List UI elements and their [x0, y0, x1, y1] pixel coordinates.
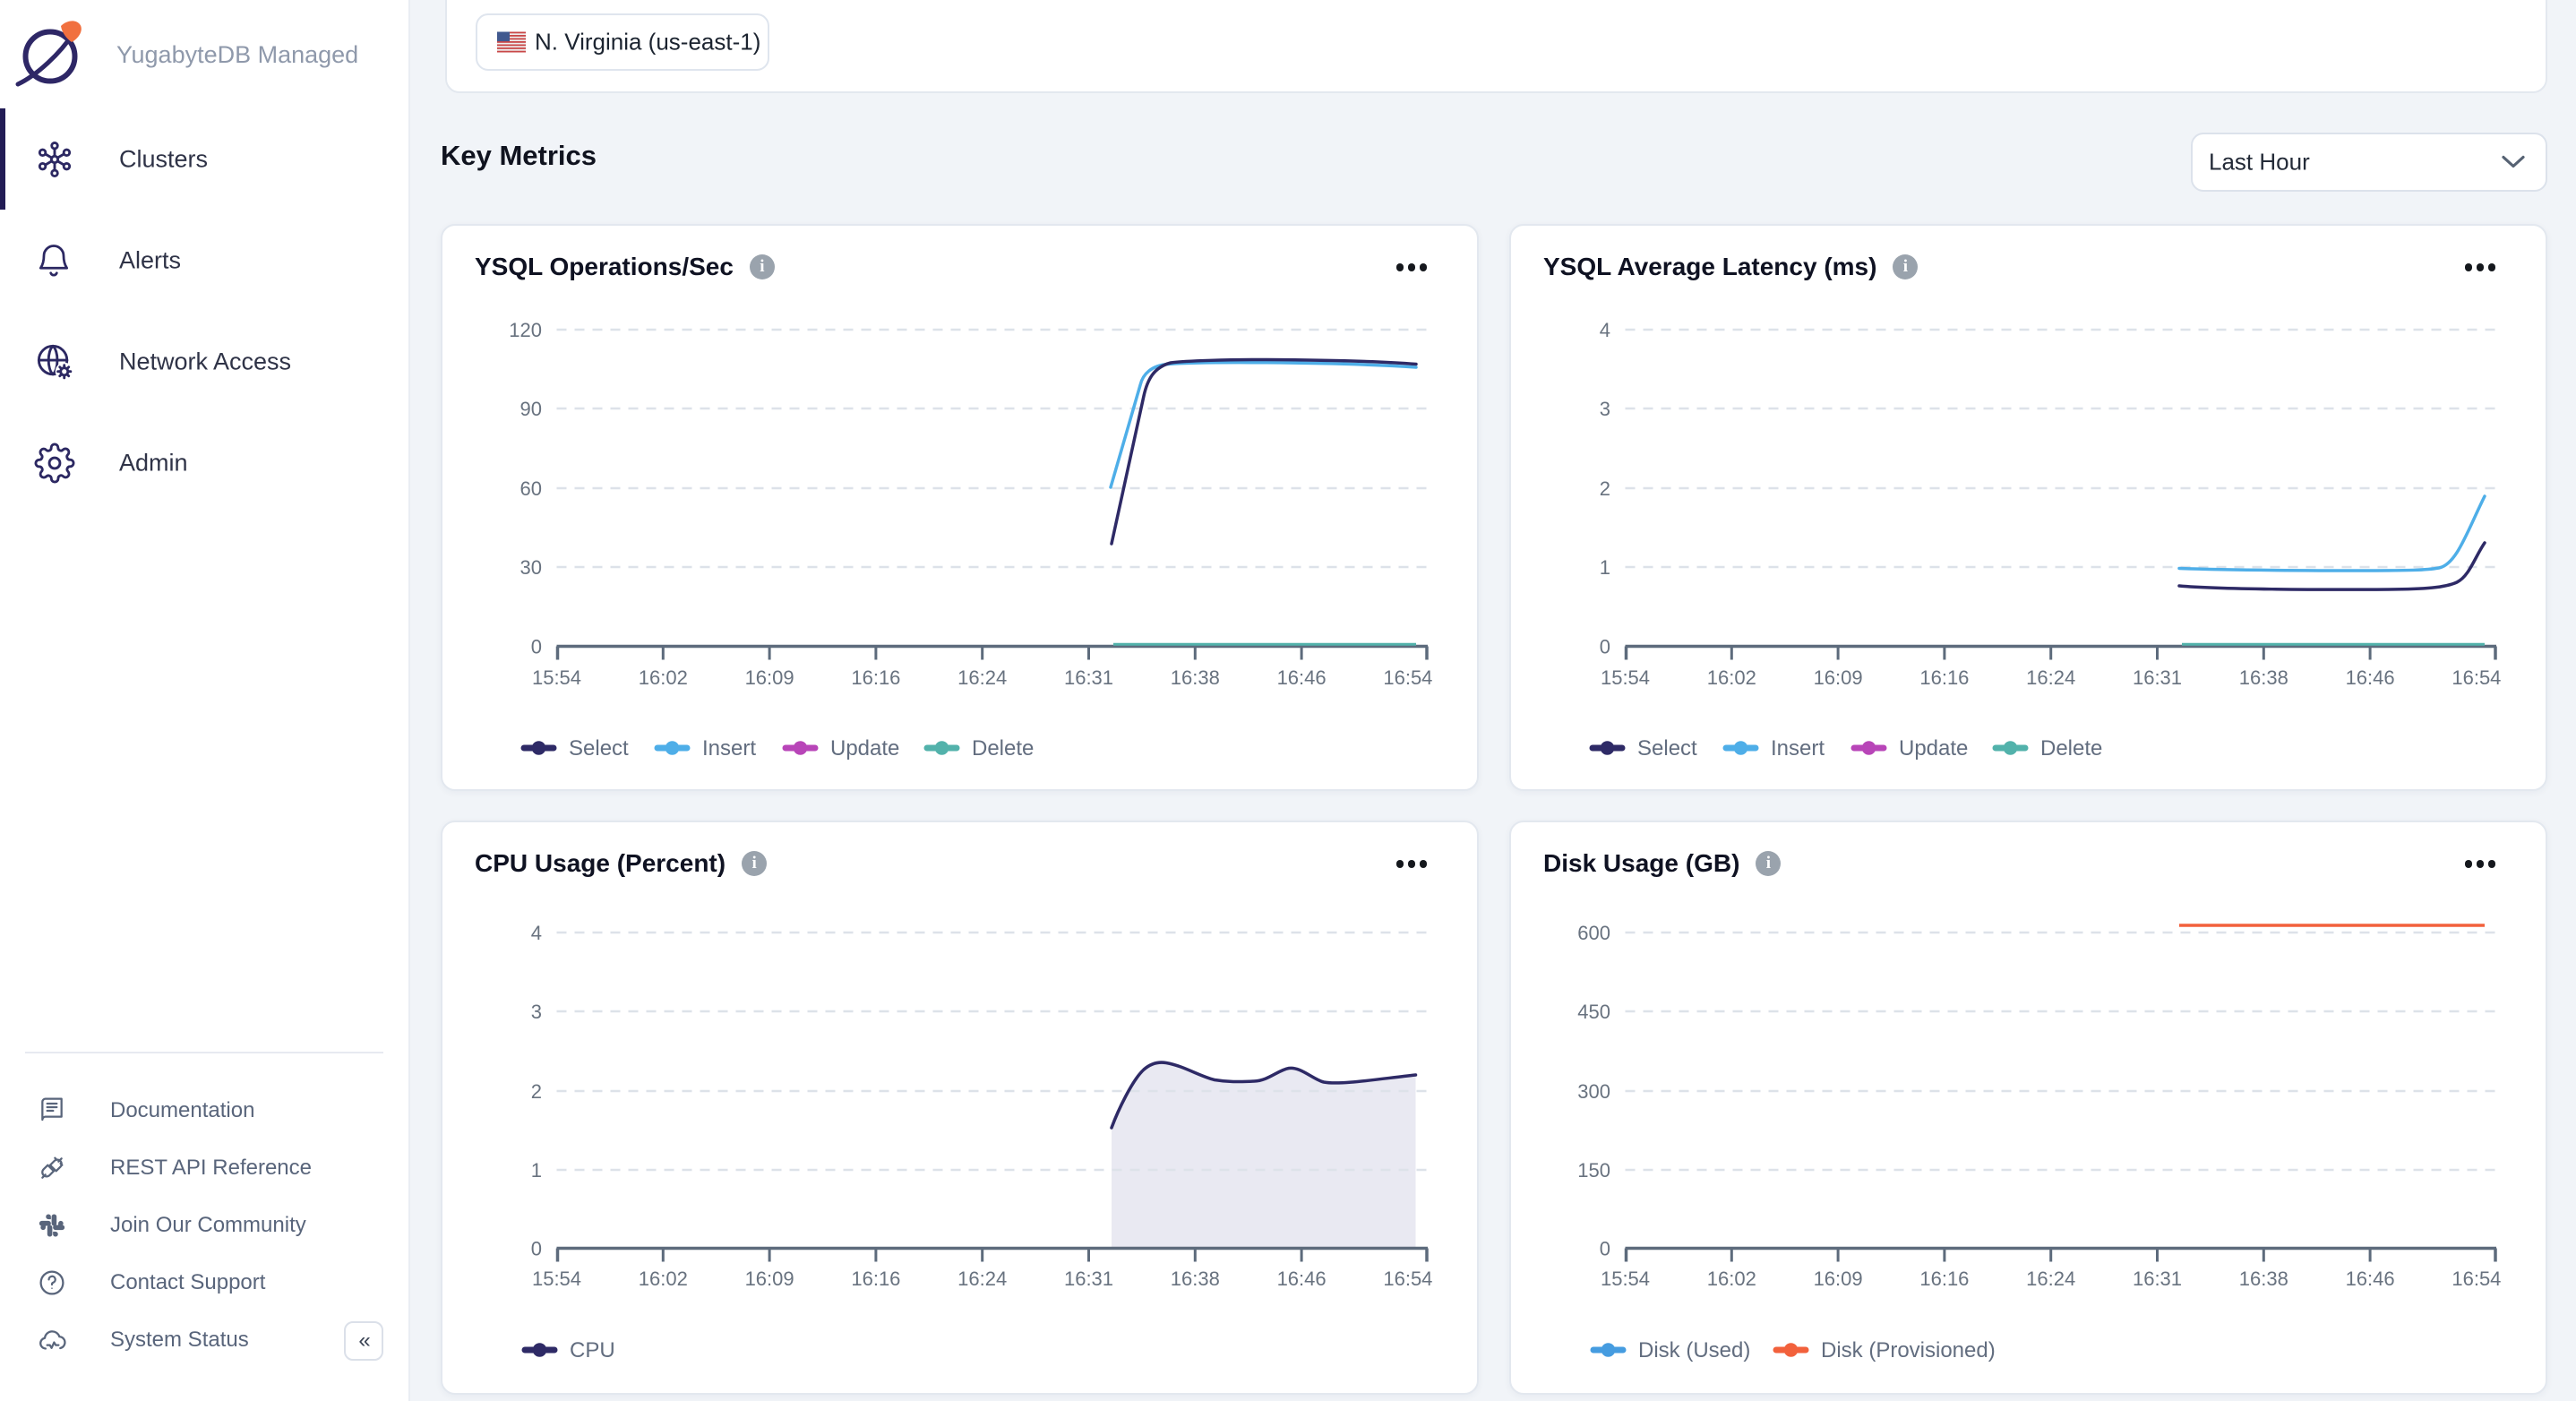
svg-text:16:38: 16:38: [2239, 1268, 2288, 1290]
svg-text:16:16: 16:16: [851, 1268, 900, 1290]
svg-text:Disk (Used): Disk (Used): [1638, 1338, 1750, 1362]
svg-text:90: 90: [520, 398, 542, 420]
svg-text:15:54: 15:54: [1601, 1268, 1650, 1290]
svg-text:60: 60: [520, 477, 542, 500]
svg-text:4: 4: [1600, 319, 1610, 341]
svg-text:0: 0: [531, 636, 542, 658]
svg-text:16:24: 16:24: [957, 1268, 1007, 1290]
svg-text:Delete: Delete: [972, 736, 1034, 761]
svg-text:Disk (Provisioned): Disk (Provisioned): [1821, 1338, 1996, 1362]
svg-text:150: 150: [1577, 1159, 1610, 1182]
svg-text:16:54: 16:54: [1383, 666, 1432, 689]
svg-text:0: 0: [1600, 1238, 1610, 1260]
svg-text:16:24: 16:24: [2026, 1268, 2075, 1290]
svg-text:16:46: 16:46: [2346, 1268, 2395, 1290]
svg-text:15:54: 15:54: [532, 1268, 581, 1290]
svg-text:16:16: 16:16: [1919, 666, 1969, 689]
svg-text:16:31: 16:31: [1064, 666, 1113, 689]
svg-text:16:54: 16:54: [2451, 1268, 2501, 1290]
svg-text:16:31: 16:31: [2133, 666, 2182, 689]
svg-text:16:09: 16:09: [1814, 666, 1863, 689]
svg-text:Update: Update: [830, 736, 899, 761]
svg-text:Update: Update: [1899, 736, 1968, 761]
svg-text:4: 4: [531, 922, 542, 944]
svg-text:1: 1: [531, 1159, 542, 1182]
svg-text:3: 3: [1600, 398, 1610, 420]
svg-text:16:16: 16:16: [851, 666, 900, 689]
svg-text:600: 600: [1577, 922, 1610, 944]
svg-text:16:24: 16:24: [2026, 666, 2075, 689]
svg-text:16:02: 16:02: [639, 1268, 688, 1290]
svg-text:15:54: 15:54: [532, 666, 581, 689]
svg-text:16:46: 16:46: [1277, 1268, 1327, 1290]
svg-text:16:09: 16:09: [745, 1268, 794, 1290]
svg-text:2: 2: [531, 1080, 542, 1103]
svg-text:16:38: 16:38: [1171, 1268, 1220, 1290]
svg-text:30: 30: [520, 556, 542, 579]
svg-text:Select: Select: [569, 736, 629, 761]
svg-text:16:46: 16:46: [1277, 666, 1327, 689]
svg-text:16:31: 16:31: [1064, 1268, 1113, 1290]
svg-text:16:16: 16:16: [1919, 1268, 1969, 1290]
svg-text:16:09: 16:09: [745, 666, 794, 689]
svg-text:16:38: 16:38: [1171, 666, 1220, 689]
svg-text:16:46: 16:46: [2346, 666, 2395, 689]
svg-text:120: 120: [509, 319, 542, 341]
svg-text:Insert: Insert: [1771, 736, 1825, 761]
svg-text:16:54: 16:54: [2451, 666, 2501, 689]
svg-text:16:24: 16:24: [957, 666, 1007, 689]
svg-text:450: 450: [1577, 1001, 1610, 1023]
svg-text:300: 300: [1577, 1080, 1610, 1103]
svg-text:1: 1: [1600, 556, 1610, 579]
svg-text:16:09: 16:09: [1814, 1268, 1863, 1290]
svg-text:0: 0: [531, 1238, 542, 1260]
svg-text:16:54: 16:54: [1383, 1268, 1432, 1290]
svg-text:0: 0: [1600, 636, 1610, 658]
svg-text:16:02: 16:02: [639, 666, 688, 689]
svg-text:16:02: 16:02: [1707, 666, 1756, 689]
svg-text:16:31: 16:31: [2133, 1268, 2182, 1290]
svg-text:CPU: CPU: [570, 1338, 615, 1362]
svg-text:Insert: Insert: [702, 736, 756, 761]
svg-text:Select: Select: [1637, 736, 1697, 761]
svg-text:3: 3: [531, 1001, 542, 1023]
svg-text:2: 2: [1600, 477, 1610, 500]
svg-text:16:02: 16:02: [1707, 1268, 1756, 1290]
svg-text:Delete: Delete: [2040, 736, 2102, 761]
svg-text:15:54: 15:54: [1601, 666, 1650, 689]
svg-text:16:38: 16:38: [2239, 666, 2288, 689]
